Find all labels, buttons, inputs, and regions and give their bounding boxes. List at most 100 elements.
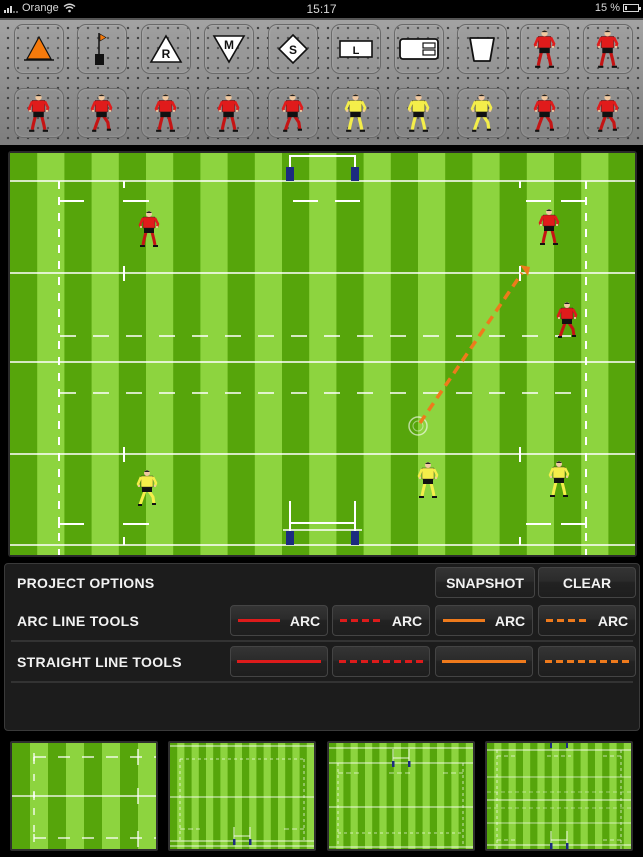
panel-divider — [11, 681, 633, 683]
post-pad — [550, 843, 553, 849]
post-pad — [408, 761, 411, 767]
grass-stripe — [508, 743, 517, 849]
red-dashed-line-icon — [339, 660, 423, 663]
grass-stripe — [609, 743, 618, 849]
arc-tool-red-dashed-button[interactable]: ARC — [332, 605, 430, 636]
arc-tool-label: ARC — [494, 612, 526, 629]
grass-stripe — [329, 743, 337, 849]
grass-stripe — [487, 743, 495, 849]
grass-stripe — [494, 743, 502, 849]
clear-button[interactable]: CLEAR — [538, 567, 636, 598]
grass-stripe — [499, 153, 528, 555]
palette-item-scrum-marker[interactable]: S — [268, 24, 318, 74]
arc-tool-red-solid-button[interactable]: ARC — [230, 605, 328, 636]
post-pad — [550, 743, 552, 748]
grass-stripe — [530, 743, 538, 849]
grass-stripe — [37, 153, 65, 555]
grass-stripe — [465, 743, 473, 849]
straight-tool-red-solid-button[interactable] — [230, 646, 328, 677]
snapshot-button[interactable]: SNAPSHOT — [435, 567, 535, 598]
grass-stripe — [200, 153, 229, 555]
palette-item-lineout-marker[interactable]: L — [331, 24, 381, 74]
grass-stripe — [254, 153, 283, 555]
red-player-kicking-icon — [596, 93, 619, 133]
grass-stripe — [523, 743, 531, 849]
palette-item-red-player-running-side[interactable] — [77, 88, 127, 138]
straight-tool-orange-solid-button[interactable] — [435, 646, 533, 677]
post-pad — [286, 167, 294, 181]
pitch-template-thumbnail-pitch-half-goal-top[interactable] — [327, 741, 475, 851]
red-dashed-line-icon — [339, 619, 382, 622]
arc-tool-orange-solid-button[interactable]: ARC — [435, 605, 533, 636]
palette-item-red-player-running-ball[interactable] — [268, 88, 318, 138]
triangle-marker-icon: R — [149, 34, 183, 64]
grass-stripe — [587, 743, 596, 849]
palette-item-maul-marker[interactable]: M — [204, 24, 254, 74]
red-player-running-icon — [90, 93, 113, 133]
tools-panel: PROJECT OPTIONS SNAPSHOT CLEAR ARC LINE … — [4, 563, 640, 731]
grass-stripe — [336, 153, 365, 555]
palette-item-red-player-receiving[interactable] — [583, 24, 633, 74]
grass-stripe — [580, 743, 589, 849]
palette-item-red-player-back-ball[interactable] — [204, 88, 254, 138]
pitch-drawing[interactable] — [10, 153, 635, 555]
palette-item-yellow-player-stance[interactable] — [331, 88, 381, 138]
arc-tool-label: ARC — [597, 612, 629, 629]
palette-item-tackle-bag[interactable] — [394, 24, 444, 74]
orange-cone-icon — [24, 35, 54, 63]
grass-stripe — [445, 153, 473, 555]
post-pad — [566, 743, 568, 748]
red-player-sprinting-icon — [533, 93, 556, 133]
arc-line-tools-label: ARC LINE TOOLS — [17, 613, 140, 629]
red-player-catching-icon — [533, 29, 556, 69]
grass-stripe — [537, 743, 546, 849]
palette-item-red-player-back[interactable] — [14, 88, 64, 138]
grass-stripe — [608, 153, 635, 555]
grass-stripe — [390, 153, 419, 555]
svg-text:S: S — [289, 43, 297, 57]
grass-stripe — [91, 153, 120, 555]
post-pad — [392, 761, 395, 767]
palette-item-red-player-sprinting[interactable] — [520, 88, 570, 138]
red-solid-line-icon — [237, 619, 280, 622]
grass-stripe — [595, 743, 603, 849]
orange-dashed-line-icon — [545, 619, 588, 622]
arc-tool-orange-dashed-button[interactable]: ARC — [538, 605, 636, 636]
tackle-shield-icon — [399, 38, 439, 60]
rugby-pitch-canvas[interactable] — [10, 153, 635, 555]
grass-stripe — [559, 743, 567, 849]
grass-stripe — [306, 743, 314, 849]
red-player-back-icon — [27, 93, 50, 133]
thumbnail-pitch-preview — [329, 743, 473, 849]
straight-tool-red-dashed-button[interactable] — [332, 646, 430, 677]
palette-item-ruck-marker[interactable]: R — [141, 24, 191, 74]
straight-tool-orange-dashed-button[interactable] — [538, 646, 636, 677]
pitch-template-thumbnail-pitch-zoomed-quarter[interactable] — [10, 741, 158, 851]
status-bar: Orange 15:17 15 % — [0, 0, 643, 18]
grass-stripe — [501, 743, 510, 849]
grass-stripe — [363, 153, 392, 555]
pitch-template-thumbnail-pitch-half-goal-bottom[interactable] — [168, 741, 316, 851]
palette-item-yellow-player-back[interactable] — [394, 88, 444, 138]
orange-solid-line-icon — [442, 660, 526, 663]
post-pad — [566, 843, 569, 849]
palette-item-yellow-player-running-ball[interactable] — [457, 88, 507, 138]
palette-item-red-player-kicking[interactable] — [583, 88, 633, 138]
thumbnail-pitch-preview — [487, 743, 631, 849]
palette-item-corner-flag[interactable] — [77, 24, 127, 74]
pitch-template-thumbnail-pitch-full[interactable] — [485, 741, 633, 851]
grass-stripe — [573, 743, 582, 849]
grass-stripe — [173, 153, 201, 555]
palette-item-red-player-stance-ball[interactable] — [141, 88, 191, 138]
thumbnail-pitch-preview — [170, 743, 314, 849]
project-options-label: PROJECT OPTIONS — [17, 575, 155, 591]
palette-item-cone[interactable] — [14, 24, 64, 74]
red-player-stance-icon — [154, 93, 177, 133]
post-pad — [351, 167, 359, 181]
red-player-back-ball-icon — [217, 93, 240, 133]
palette-item-tackle-bucket[interactable] — [457, 24, 507, 74]
diamond-marker-icon: S — [277, 33, 309, 65]
palette-item-red-player-catching[interactable] — [520, 24, 570, 74]
grass-stripe — [309, 153, 337, 555]
post-pad — [233, 839, 236, 845]
